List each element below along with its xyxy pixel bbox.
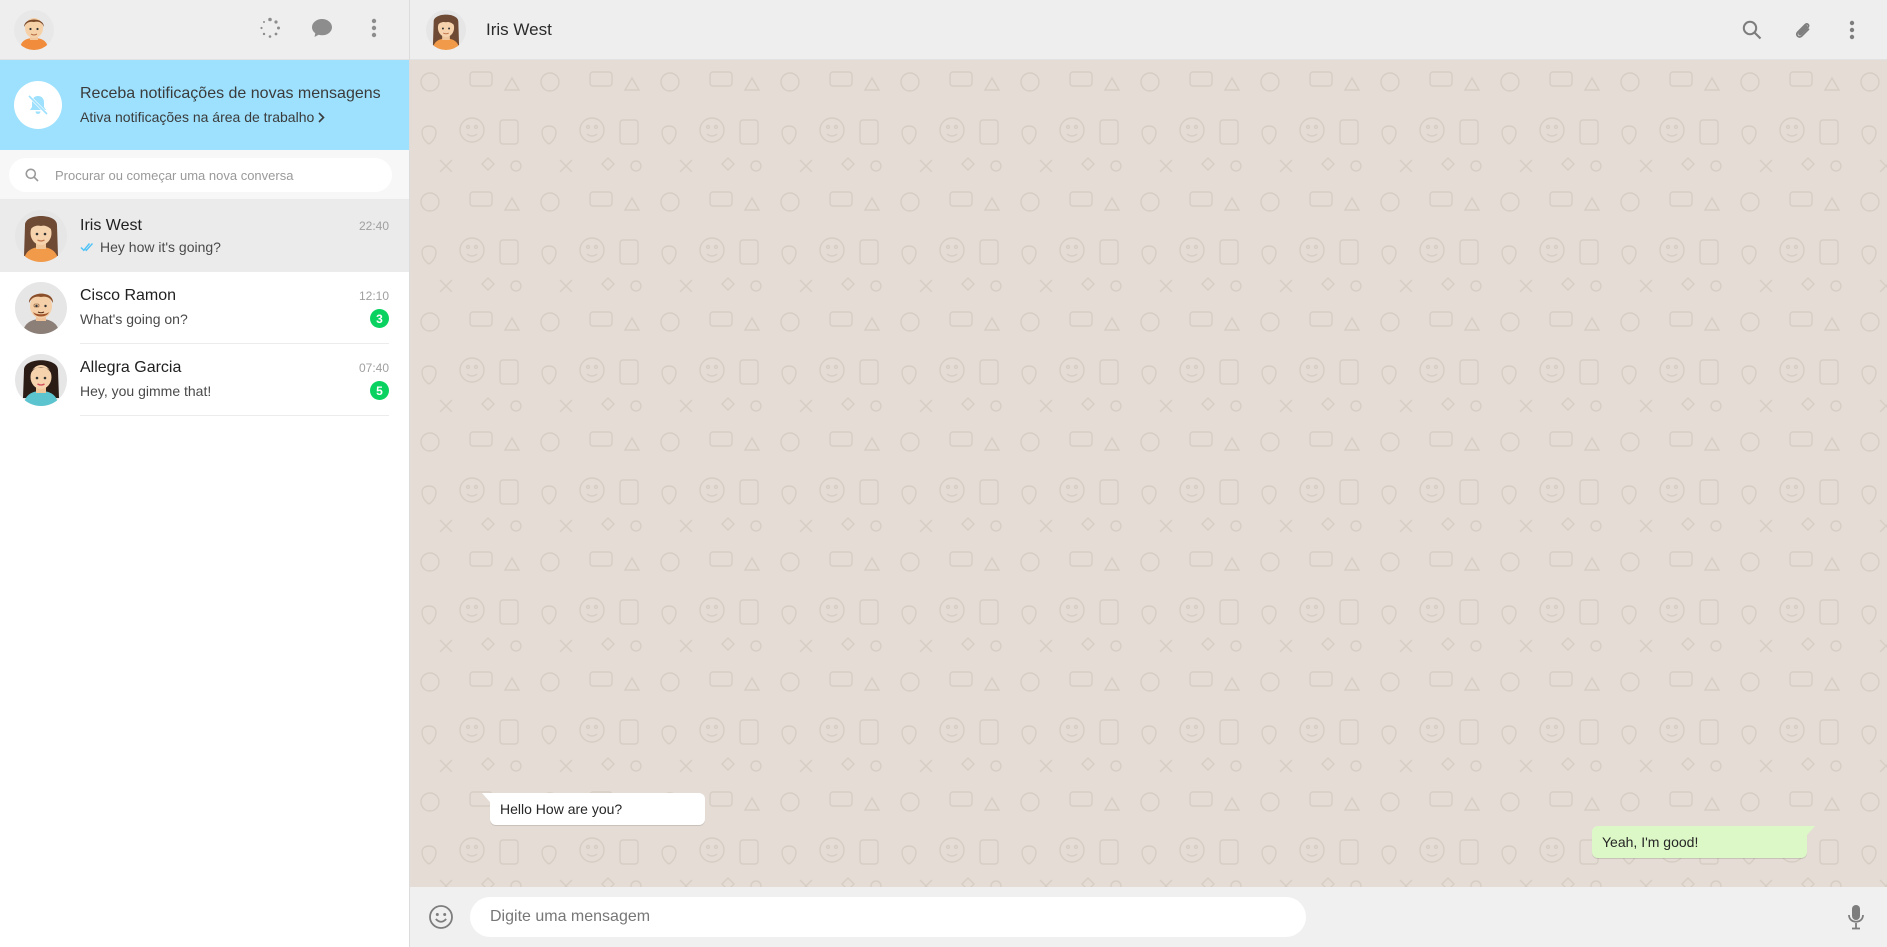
- my-avatar[interactable]: [14, 9, 54, 50]
- search-bar: [0, 150, 409, 200]
- message-composer: [410, 887, 1887, 947]
- chat-preview-text: Hey how it's going?: [100, 238, 221, 255]
- search-input[interactable]: [55, 167, 355, 183]
- menu-icon: [1849, 20, 1855, 40]
- attach-button[interactable]: [1787, 15, 1817, 45]
- unread-badge: 3: [370, 309, 389, 328]
- chat-row-bottom: Hey how it's going?: [80, 235, 389, 255]
- bell-off-icon: [27, 94, 49, 116]
- chat-list: Iris West 22:40 Hey how it's going? Cisc…: [0, 200, 409, 416]
- chat-preview-text: What's going on?: [80, 310, 188, 327]
- new-chat-icon: [312, 19, 332, 37]
- mic-icon: [1848, 905, 1864, 930]
- chat-name: Iris West: [80, 216, 142, 234]
- message-text: Yeah, I'm good!: [1602, 834, 1699, 850]
- menu-icon: [371, 18, 377, 38]
- sidebar-header-actions: [255, 13, 389, 43]
- chat-row-bottom: Hey, you gimme that! 5: [80, 377, 389, 400]
- contact-name[interactable]: Iris West: [486, 20, 552, 40]
- chat-time: 22:40: [358, 218, 389, 233]
- notification-texts: Receba notificações de novas mensagens A…: [80, 85, 381, 125]
- chat-info: Allegra Garcia 07:40 Hey, you gimme that…: [80, 344, 389, 416]
- app: Receba notificações de novas mensagens A…: [0, 0, 1887, 947]
- enable-notifications-link[interactable]: Ativa notificações na área de trabalho: [80, 109, 381, 125]
- chat-item-allegra-garcia[interactable]: Allegra Garcia 07:40 Hey, you gimme that…: [0, 344, 409, 416]
- chat-item-iris-west[interactable]: Iris West 22:40 Hey how it's going?: [0, 200, 409, 272]
- avatar: [15, 354, 67, 406]
- conversation-panel: Iris West Hello How are you? Yeah, I'm g…: [410, 0, 1887, 947]
- search-icon: [25, 168, 39, 182]
- chat-preview: What's going on?: [80, 311, 188, 327]
- chat-row-bottom: What's going on? 3: [80, 305, 389, 328]
- enable-notifications-label: Ativa notificações na área de trabalho: [80, 109, 315, 125]
- contact-avatar[interactable]: [426, 9, 466, 50]
- message-text: Hello How are you?: [500, 801, 623, 817]
- search-messages-button[interactable]: [1737, 15, 1767, 45]
- conversation-header-actions: [1737, 15, 1867, 45]
- search-icon: [1742, 20, 1762, 40]
- chat-row-top: Iris West 22:40: [80, 217, 389, 235]
- chat-info: Cisco Ramon 12:10 What's going on? 3: [80, 272, 389, 344]
- double-check-icon: [80, 242, 94, 251]
- conversation-header[interactable]: Iris West: [410, 0, 1887, 60]
- message-outgoing[interactable]: Yeah, I'm good!: [1592, 826, 1815, 858]
- chat-time: 07:40: [358, 361, 389, 375]
- chat-preview: Hey how it's going?: [80, 239, 221, 255]
- attach-icon: [1795, 23, 1810, 38]
- chat-row-top: Allegra Garcia 07:40: [80, 359, 389, 377]
- sidebar-header: [0, 0, 409, 60]
- voice-message-button[interactable]: [1841, 902, 1871, 932]
- status-button[interactable]: [255, 13, 285, 43]
- chat-preview: Hey, you gimme that!: [80, 383, 211, 399]
- chat-time: 12:10: [358, 289, 389, 303]
- bell-off-badge: [14, 81, 62, 129]
- chat-item-cisco-ramon[interactable]: Cisco Ramon 12:10 What's going on? 3: [0, 272, 409, 344]
- notification-banner[interactable]: Receba notificações de novas mensagens A…: [0, 60, 409, 150]
- emoji-icon: [429, 905, 453, 929]
- chat-row-top: Cisco Ramon 12:10: [80, 287, 389, 305]
- status-icon: [260, 17, 280, 38]
- conversation-menu-button[interactable]: [1837, 15, 1867, 45]
- new-chat-button[interactable]: [307, 13, 337, 43]
- unread-badge: 5: [370, 381, 389, 400]
- message-input-box[interactable]: [470, 897, 1306, 937]
- chat-name: Cisco Ramon: [80, 287, 177, 304]
- chat-info: Iris West 22:40 Hey how it's going?: [80, 200, 389, 272]
- notification-title: Receba notificações de novas mensagens: [80, 85, 381, 102]
- wallpaper-pattern: [410, 60, 1887, 887]
- sidebar-menu-button[interactable]: [359, 13, 389, 43]
- emoji-button[interactable]: [426, 902, 456, 932]
- message-input[interactable]: [490, 908, 1286, 926]
- chat-preview-text: Hey, you gimme that!: [80, 382, 212, 399]
- avatar: [15, 210, 67, 262]
- message-area[interactable]: Hello How are you? Yeah, I'm good!: [410, 60, 1887, 887]
- search-box[interactable]: [9, 158, 392, 192]
- chevron-right-icon: [318, 111, 325, 123]
- chat-name: Allegra Garcia: [80, 359, 182, 376]
- message-incoming[interactable]: Hello How are you?: [482, 793, 705, 825]
- avatar: [15, 282, 67, 334]
- sidebar: Receba notificações de novas mensagens A…: [0, 0, 410, 947]
